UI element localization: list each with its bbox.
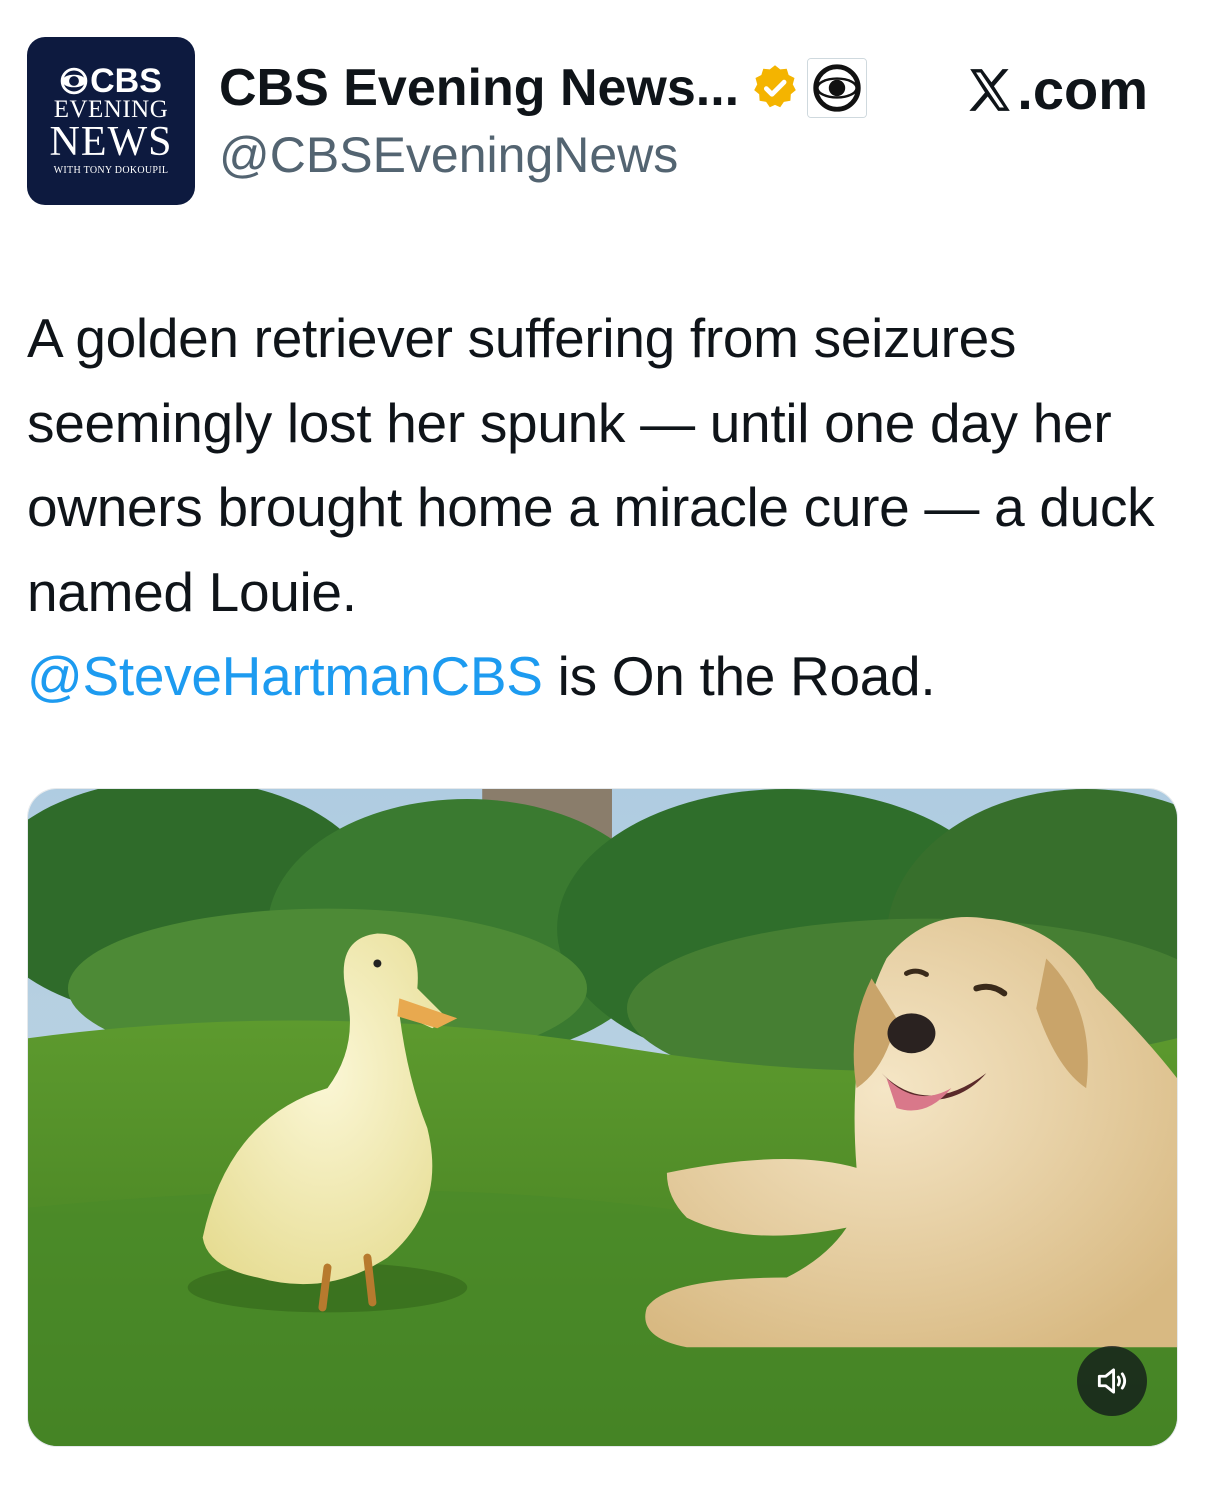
tweet-text-part2: is On the Road. [542, 645, 936, 707]
tweet-text: A golden retriever suffering from seizur… [27, 296, 1187, 719]
avatar[interactable]: CBS EVENING NEWS WITH TONY DOKOUPIL [27, 37, 195, 205]
gold-verified-icon[interactable] [749, 62, 801, 114]
speaker-icon [1097, 1368, 1127, 1394]
cbs-eye-mini-icon [60, 67, 88, 95]
tweet-card: CBS EVENING NEWS WITH TONY DOKOUPIL CBS … [0, 0, 1206, 1485]
avatar-line4: WITH TONY DOKOUPIL [53, 165, 169, 176]
mute-button[interactable] [1077, 1346, 1147, 1416]
site-label: .com [965, 57, 1148, 122]
cbs-eye-icon[interactable] [807, 58, 868, 118]
avatar-line1: CBS [90, 62, 162, 100]
avatar-line3: NEWS [49, 119, 173, 165]
video-thumbnail [28, 789, 1177, 1446]
mention-link[interactable]: @SteveHartmanCBS [27, 645, 543, 707]
display-name[interactable]: CBS Evening News... [219, 58, 739, 118]
author-name-row: CBS Evening News... [219, 52, 868, 124]
x-logo-icon [969, 68, 1011, 111]
site-domain: .com [1017, 58, 1148, 121]
tweet-text-part1: A golden retriever suffering from seizur… [27, 307, 1155, 623]
video-player[interactable] [27, 788, 1178, 1447]
author-handle[interactable]: @CBSEveningNews [219, 126, 678, 184]
avatar-logo-row: CBS [60, 64, 162, 98]
